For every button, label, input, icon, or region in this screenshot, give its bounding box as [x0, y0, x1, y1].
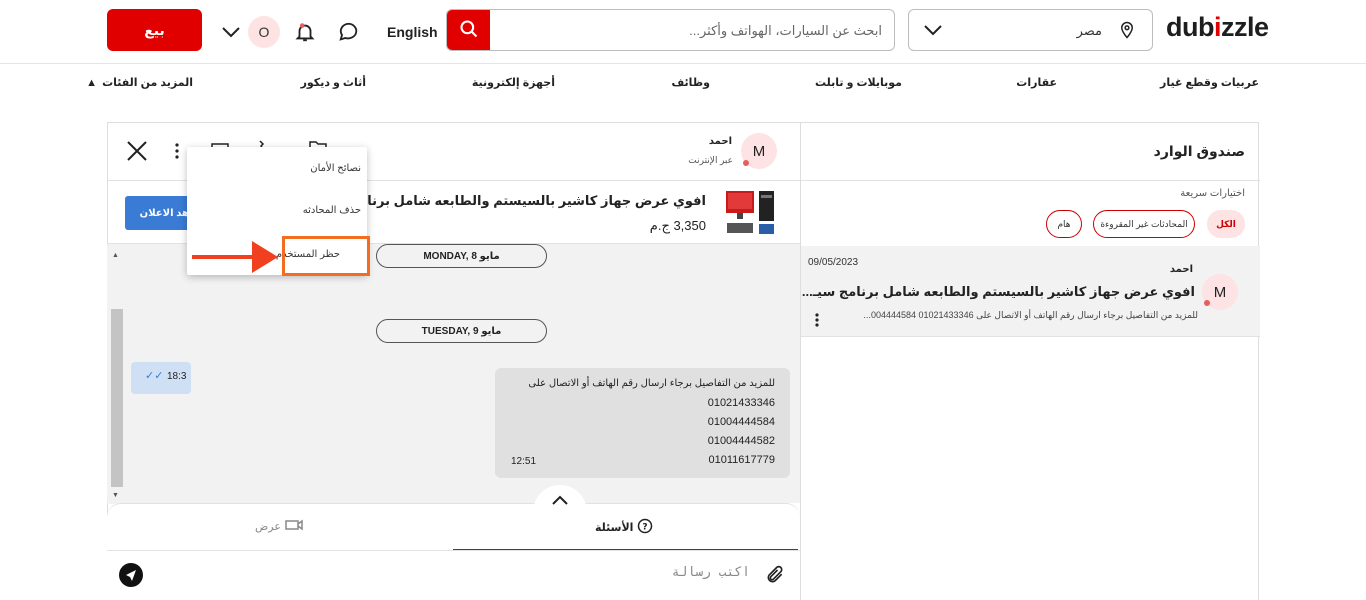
- filter-unread[interactable]: المحادثات غير المقروءة: [1093, 210, 1195, 238]
- filter-important[interactable]: هام: [1046, 210, 1082, 238]
- sell-button[interactable]: بيع: [107, 9, 202, 51]
- search-button[interactable]: [447, 10, 490, 50]
- send-icon[interactable]: [119, 563, 143, 592]
- tab-questions-label: الأسئلة: [595, 522, 634, 534]
- outgoing-message-time: 18:3: [167, 371, 187, 382]
- online-dot: [1204, 300, 1210, 306]
- category-more[interactable]: المزيد من الفئات ▲: [86, 76, 193, 89]
- conversation-date: 09/05/2023: [808, 257, 859, 268]
- quick-options-label: اختيارات سريعة: [1180, 188, 1245, 199]
- inbox-divider: [801, 180, 1260, 181]
- message-text: 01004444584: [707, 416, 775, 428]
- online-dot: [743, 160, 749, 166]
- inbox-divider: [801, 336, 1260, 337]
- message-list[interactable]: ▲ ▼ ✓✓ 18:3 MONDAY, 8 مايو TUESDAY, 9 ما…: [107, 243, 800, 504]
- header-divider: [0, 63, 1366, 64]
- conversation-name: احمد: [1169, 264, 1193, 275]
- arrow-head-icon: [252, 241, 278, 278]
- conversation-more-icon[interactable]: [811, 312, 823, 333]
- category-mobiles[interactable]: موبايلات و تابلت: [815, 76, 902, 89]
- tab-offer[interactable]: عرض: [255, 518, 303, 535]
- highlight-box: [282, 236, 370, 276]
- language-switch[interactable]: English: [387, 24, 438, 40]
- message-text: للمزيد من التفاصيل برجاء ارسال رقم الهات…: [528, 378, 775, 389]
- location-pin-icon: [1118, 21, 1136, 44]
- conversation-item[interactable]: 09/05/2023 M احمد افوي عرض جهاز كاشير با…: [801, 246, 1260, 336]
- inbox-title: صندوق الوارد: [1153, 143, 1245, 159]
- day-separator: TUESDAY, 9 مايو: [376, 319, 547, 343]
- category-furniture[interactable]: أثاث و ديكور: [301, 76, 366, 89]
- chevron-up-icon: [551, 493, 569, 511]
- chevron-down-icon: [923, 23, 943, 42]
- incoming-message: للمزيد من التفاصيل برجاء ارسال رقم الهات…: [495, 368, 790, 478]
- categories-icon: ▲: [86, 77, 98, 89]
- message-text: 01011617779: [708, 454, 775, 466]
- category-jobs[interactable]: وظائف: [671, 76, 710, 89]
- questions-icon: ?: [637, 518, 653, 537]
- tab-offer-label: عرض: [255, 521, 281, 533]
- more-options-icon[interactable]: [171, 142, 183, 165]
- user-menu-chevron-icon[interactable]: [218, 19, 244, 45]
- scrollbar-thumb[interactable]: [111, 309, 123, 487]
- attachment-icon[interactable]: [765, 565, 785, 590]
- location-selector[interactable]: مصر: [908, 9, 1153, 51]
- offer-icon: [285, 518, 303, 535]
- category-properties[interactable]: عقارات: [1016, 76, 1057, 89]
- conversation-snippet: للمزيد من التفاصيل برجاء ارسال رقم الهات…: [863, 310, 1198, 320]
- close-icon[interactable]: [125, 139, 149, 168]
- tab-questions[interactable]: ? الأسئلة: [595, 518, 653, 537]
- location-value: مصر: [1076, 23, 1102, 38]
- user-avatar[interactable]: O: [248, 16, 280, 48]
- message-text: 01021433346: [707, 397, 775, 409]
- read-check-icon: ✓✓: [145, 370, 164, 382]
- search-input[interactable]: ابحث عن السيارات، الهواتف وأكثر...: [689, 23, 882, 39]
- menu-item-delete-chat[interactable]: حذف المحادثه: [303, 205, 361, 216]
- search-icon: [459, 19, 479, 44]
- outgoing-message: ✓✓ 18:3: [131, 362, 191, 394]
- chat-icon[interactable]: [336, 19, 362, 45]
- day-separator: MONDAY, 8 مايو: [376, 244, 547, 268]
- product-price: 3,350 ج.م: [649, 218, 706, 233]
- inbox-panel: صندوق الوارد اختيارات سريعة الكل المحادث…: [800, 122, 1260, 600]
- notification-bell-icon[interactable]: [292, 19, 318, 45]
- svg-text:?: ?: [643, 523, 648, 533]
- category-vehicles[interactable]: عربيات وقطع غيار: [1160, 76, 1259, 89]
- annotation-arrow: [192, 255, 254, 259]
- chat-user-status: عبر الإنترنت: [688, 155, 733, 165]
- filter-all[interactable]: الكل: [1207, 210, 1245, 238]
- chat-user-name: احمد: [708, 136, 732, 147]
- message-text: 01004444582: [707, 435, 775, 447]
- scroll-down-icon[interactable]: ▼: [112, 492, 119, 499]
- product-thumbnail[interactable]: [725, 189, 778, 237]
- category-electronics[interactable]: أجهزة إلكترونية: [472, 76, 555, 89]
- message-time: 12:51: [511, 456, 537, 467]
- dubizzle-logo[interactable]: dubizzle: [1166, 12, 1269, 43]
- scroll-up-icon[interactable]: ▲: [112, 252, 119, 259]
- message-composer[interactable]: اكتب رسالة: [107, 550, 800, 600]
- conversation-title: افوي عرض جهاز كاشير بالسيستم والطابعه شا…: [801, 284, 1195, 299]
- menu-item-safety-tips[interactable]: نصائح الأمان: [310, 163, 361, 174]
- chat-tabs: ? الأسئلة عرض: [107, 503, 800, 551]
- message-input[interactable]: اكتب رسالة: [672, 565, 750, 580]
- search-bar[interactable]: ابحث عن السيارات، الهواتف وأكثر...: [446, 9, 895, 51]
- more-categories-label: المزيد من الفئات: [102, 77, 193, 89]
